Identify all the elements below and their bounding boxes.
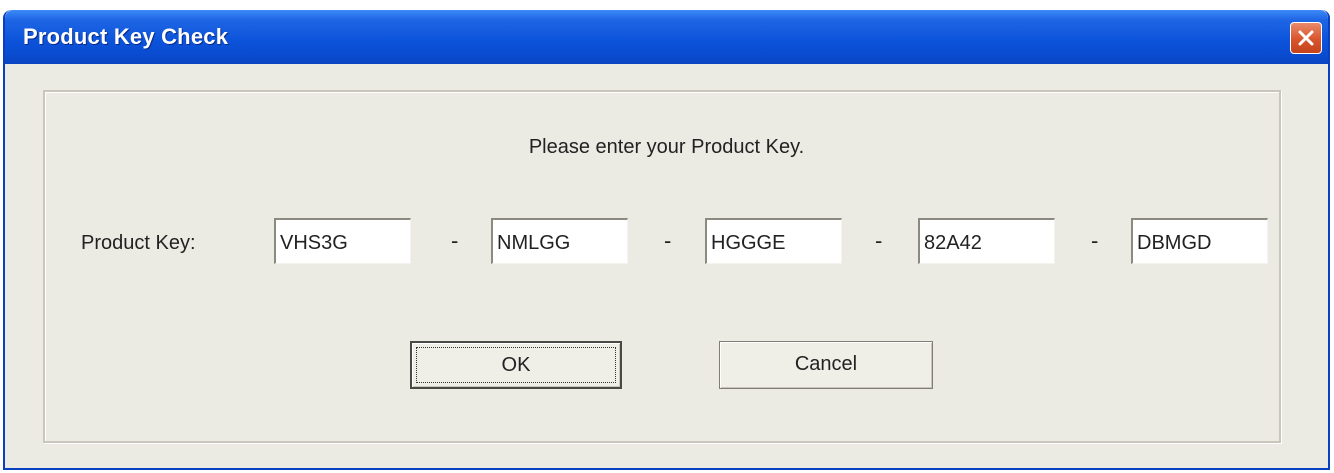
key-separator: - (664, 228, 672, 253)
product-key-field-1[interactable] (274, 218, 411, 264)
title-bar[interactable]: Product Key Check (5, 10, 1328, 64)
ok-button[interactable]: OK (410, 341, 622, 389)
window-title: Product Key Check (23, 24, 229, 49)
close-icon (1298, 30, 1314, 46)
product-key-field-3[interactable] (705, 218, 842, 264)
key-separator: - (1091, 228, 1099, 253)
product-key-field-2[interactable] (491, 218, 628, 264)
cancel-button-label: Cancel (794, 353, 858, 375)
product-key-field-5[interactable] (1131, 218, 1268, 264)
key-separator: - (875, 228, 883, 253)
cancel-button[interactable]: Cancel (719, 341, 933, 389)
product-key-label: Product Key: (81, 232, 196, 254)
close-button[interactable] (1290, 22, 1322, 54)
product-key-dialog: Product Key Check Please enter your Prod… (3, 10, 1330, 470)
instruction-text: Please enter your Product Key. (528, 136, 805, 158)
key-separator: - (451, 228, 459, 253)
ok-button-label: OK (501, 354, 531, 376)
product-key-field-4[interactable] (918, 218, 1055, 264)
